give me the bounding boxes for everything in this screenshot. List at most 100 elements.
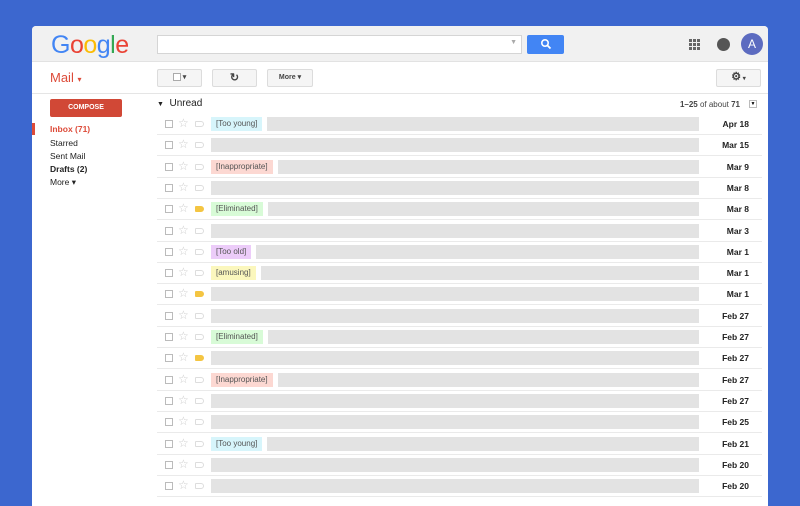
label-chip[interactable]: [Eliminated] [211,202,263,217]
table-row[interactable]: ☆ Mar 15 [157,135,762,157]
apps-grid-icon[interactable] [689,39,700,50]
star-icon[interactable]: ☆ [178,137,189,151]
search-input[interactable]: ▼ [157,35,522,54]
select-checkbox-button[interactable]: ▾ [157,69,202,87]
important-marker-icon[interactable] [195,355,204,362]
message-preview[interactable] [268,202,699,217]
notifications-icon[interactable] [717,38,730,51]
search-button[interactable] [527,35,564,54]
star-icon[interactable]: ☆ [178,201,189,215]
table-row[interactable]: ☆ Feb 27 [157,391,762,412]
message-preview[interactable] [211,138,699,153]
table-row[interactable]: ☆ Mar 3 [157,221,762,242]
row-checkbox[interactable] [165,183,173,192]
message-preview[interactable] [211,457,699,472]
star-icon[interactable]: ☆ [178,372,189,386]
star-icon[interactable]: ☆ [178,457,189,471]
important-marker-icon[interactable] [195,419,204,426]
important-marker-icon[interactable] [195,461,204,468]
message-preview[interactable] [261,266,699,281]
label-chip[interactable]: [Inappropriate] [211,159,273,174]
important-marker-icon[interactable] [195,376,204,383]
message-preview[interactable] [211,479,699,494]
important-marker-icon[interactable] [195,291,204,298]
label-chip[interactable]: [Too old] [211,244,252,259]
important-marker-icon[interactable] [195,397,204,404]
star-icon[interactable]: ☆ [178,329,189,343]
table-row[interactable]: ☆ [Too young] Apr 18 [157,114,762,135]
message-preview[interactable] [256,244,699,259]
settings-button[interactable]: ⚙ ▾ [716,69,761,87]
label-chip[interactable]: [Eliminated] [211,330,263,344]
message-preview[interactable] [211,180,699,195]
table-row[interactable]: ☆ [Too young] Feb 21 [157,434,762,455]
star-icon[interactable]: ☆ [178,180,189,194]
table-row[interactable]: ☆ [Too old] Mar 1 [157,242,762,263]
message-preview[interactable] [267,436,699,451]
important-marker-icon[interactable] [195,248,204,255]
star-icon[interactable]: ☆ [178,265,189,279]
label-chip[interactable]: [Inappropriate] [211,372,273,387]
more-button[interactable]: More ▾ [267,69,313,87]
row-checkbox[interactable] [165,396,173,405]
label-chip[interactable]: [Too young] [211,436,263,451]
row-checkbox[interactable] [165,120,173,128]
message-preview[interactable] [278,372,699,387]
important-marker-icon[interactable] [195,227,204,234]
label-chip[interactable]: [Too young] [211,117,263,131]
sidebar-item-inbox[interactable]: Inbox (71) [32,123,90,135]
important-marker-icon[interactable] [195,334,204,340]
mail-switcher[interactable]: Mail ▾ [50,70,81,85]
message-preview[interactable] [267,117,699,131]
table-row[interactable]: ☆ Feb 27 [157,306,762,327]
table-row[interactable]: ☆ Feb 25 [157,412,762,434]
row-checkbox[interactable] [165,226,173,235]
row-checkbox[interactable] [165,162,173,171]
table-row[interactable]: ☆ [Inappropriate] Feb 27 [157,370,762,391]
row-checkbox[interactable] [165,247,173,256]
table-row[interactable]: ☆ Feb 20 [157,476,762,498]
sidebar-item-sent[interactable]: Sent Mail [50,151,85,161]
important-marker-icon[interactable] [195,312,204,319]
message-preview[interactable] [211,223,699,238]
important-marker-icon[interactable] [195,270,204,277]
google-logo[interactable]: Google [51,31,129,60]
important-marker-icon[interactable] [195,483,204,490]
message-preview[interactable] [211,287,699,302]
message-preview[interactable] [268,330,699,344]
table-row[interactable]: ☆ Mar 1 [157,284,762,306]
table-row[interactable]: ☆ Feb 27 [157,348,762,370]
star-icon[interactable]: ☆ [178,414,189,428]
table-row[interactable]: ☆ [Inappropriate] Mar 9 [157,157,762,178]
important-marker-icon[interactable] [195,206,204,213]
row-checkbox[interactable] [165,439,173,448]
important-marker-icon[interactable] [195,121,204,127]
row-checkbox[interactable] [165,290,173,299]
star-icon[interactable]: ☆ [178,286,189,300]
sidebar-item-drafts[interactable]: Drafts (2) [50,164,87,174]
row-checkbox[interactable] [165,375,173,384]
table-row[interactable]: ☆ Mar 8 [157,178,762,199]
star-icon[interactable]: ☆ [178,393,189,407]
star-icon[interactable]: ☆ [178,308,189,322]
star-icon[interactable]: ☆ [178,116,189,130]
sidebar-item-more[interactable]: More ▾ [50,177,76,188]
important-marker-icon[interactable] [195,440,204,447]
important-marker-icon[interactable] [195,184,204,191]
message-preview[interactable] [211,351,699,366]
row-checkbox[interactable] [165,311,173,320]
message-preview[interactable] [211,393,699,408]
star-icon[interactable]: ☆ [178,244,189,258]
table-row[interactable]: ☆ [Eliminated] Mar 8 [157,199,762,221]
pagination-dropdown[interactable]: ▼ [749,100,757,108]
refresh-button[interactable]: ↻ [212,69,257,87]
important-marker-icon[interactable] [195,163,204,170]
important-marker-icon[interactable] [195,142,204,149]
message-preview[interactable] [278,159,699,174]
row-checkbox[interactable] [165,269,173,278]
row-checkbox[interactable] [165,460,173,469]
row-checkbox[interactable] [165,205,173,214]
message-preview[interactable] [211,308,699,323]
table-row[interactable]: ☆ [Eliminated] Feb 27 [157,327,762,348]
row-checkbox[interactable] [165,418,173,427]
